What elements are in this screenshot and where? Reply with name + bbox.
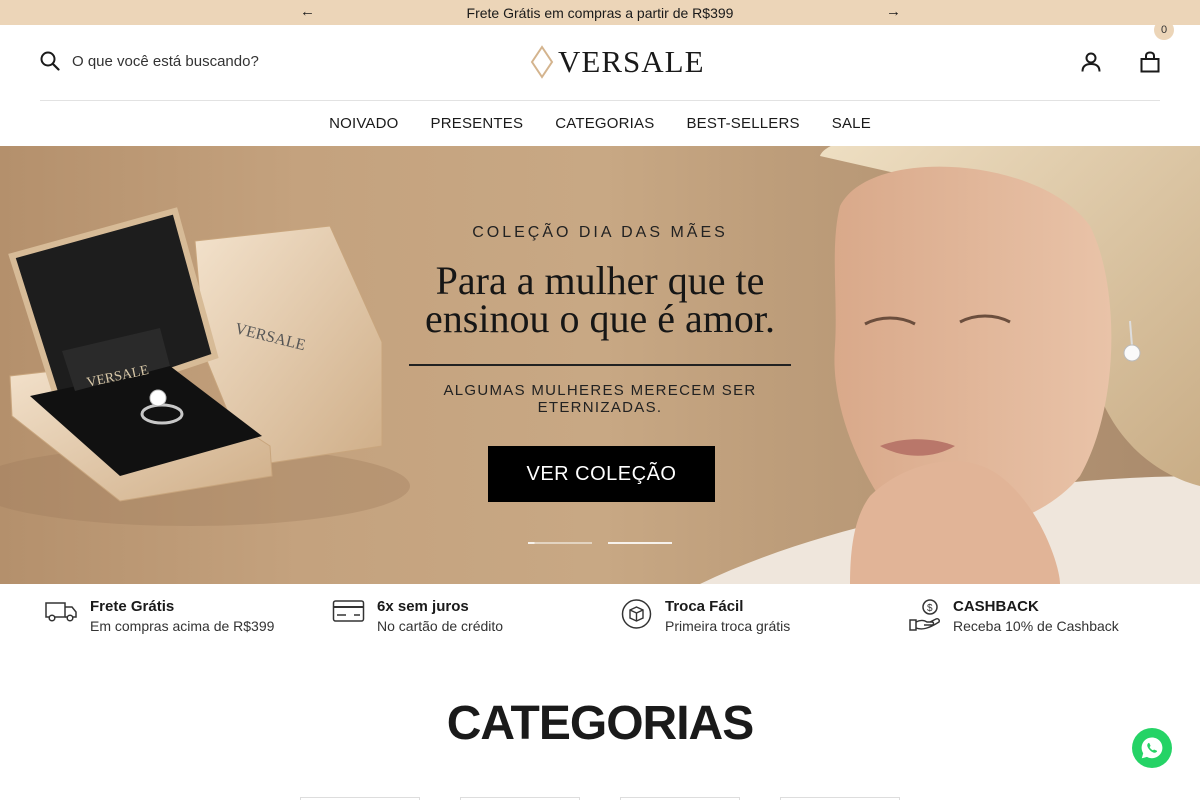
nav-item-best-sellers[interactable]: BEST-SELLERS xyxy=(686,115,799,132)
search-input[interactable] xyxy=(72,52,332,70)
hero-banner[interactable]: VERSALE VERSALE COLEÇÃO DIA DAS MÃES Par… xyxy=(0,146,1200,584)
hero-kicker: COLEÇÃO DIA DAS MÃES xyxy=(472,224,728,241)
site-header: VERSALE xyxy=(0,25,1200,101)
whatsapp-button[interactable] xyxy=(1132,728,1172,768)
feature-desc: Receba 10% de Cashback xyxy=(953,618,1119,634)
nav-item-sale[interactable]: SALE xyxy=(832,115,871,132)
svg-text:$: $ xyxy=(927,603,933,614)
diamond-logo-icon xyxy=(530,45,554,79)
slider-pagination xyxy=(528,542,672,544)
hero-headline: Para a mulher que te ensinou o que é amo… xyxy=(380,258,820,341)
nav-item-noivado[interactable]: NOIVADO xyxy=(329,115,398,132)
hero-headline-line2: ensinou o que é amor. xyxy=(425,296,775,341)
announcement-bar: ← Frete Grátis em compras a partir de R$… xyxy=(0,0,1200,25)
earring xyxy=(1123,344,1141,362)
nav-item-presentes[interactable]: PRESENTES xyxy=(431,115,524,132)
feature-desc: Em compras acima de R$399 xyxy=(90,618,275,634)
hero-text-block: COLEÇÃO DIA DAS MÃES Para a mulher que t… xyxy=(380,224,820,416)
whatsapp-icon xyxy=(1141,737,1163,759)
feature-title: Frete Grátis xyxy=(90,598,175,615)
search-icon[interactable] xyxy=(40,51,60,71)
box-exchange-icon xyxy=(621,599,652,629)
logo-wordmark: VERSALE xyxy=(558,44,705,79)
cashback-hand-icon: $ xyxy=(909,599,940,631)
announcement-text: Frete Grátis em compras a partir de R$39… xyxy=(466,4,734,21)
main-nav: NOIVADO PRESENTES CATEGORIAS BEST-SELLER… xyxy=(0,101,1200,146)
features-strip: Frete Grátis Em compras acima de R$399 6… xyxy=(0,584,1200,654)
truck-icon xyxy=(45,602,77,622)
categories-title: CATEGORIAS xyxy=(446,697,754,750)
slide-indicator-1[interactable] xyxy=(528,542,592,544)
feature-cashback: $ CASHBACK Receba 10% de Cashback xyxy=(908,598,1119,636)
hero-headline-line1: Para a mulher que te xyxy=(435,258,765,303)
feature-troca-facil: Troca Fácil Primeira troca grátis xyxy=(620,598,790,636)
nav-item-categorias[interactable]: CATEGORIAS xyxy=(555,115,654,132)
arrow-left-icon[interactable]: ← xyxy=(300,3,315,21)
search-bar xyxy=(40,51,332,71)
cart-count-badge: 0 xyxy=(1154,20,1174,40)
ver-colecao-button[interactable]: VER COLEÇÃO xyxy=(488,446,715,502)
feature-desc: No cartão de crédito xyxy=(377,618,504,634)
arrow-right-icon[interactable]: → xyxy=(886,3,901,21)
logo[interactable]: VERSALE xyxy=(530,45,705,79)
hero-subtitle: ALGUMAS MULHERES MERECEM SER ETERNIZADAS… xyxy=(443,382,757,416)
feature-title: 6x sem juros xyxy=(377,598,469,615)
hero-divider xyxy=(409,364,791,366)
feature-frete-gratis: Frete Grátis Em compras acima de R$399 xyxy=(44,598,274,636)
feature-title: CASHBACK xyxy=(953,598,1039,615)
shopping-bag-icon[interactable] xyxy=(1139,51,1161,73)
feature-parcelamento: 6x sem juros No cartão de crédito xyxy=(332,598,503,636)
slide-indicator-2[interactable] xyxy=(608,542,672,544)
feature-title: Troca Fácil xyxy=(665,598,744,615)
credit-card-icon xyxy=(332,600,365,622)
feature-desc: Primeira troca grátis xyxy=(665,618,791,634)
account-icon[interactable] xyxy=(1080,51,1102,73)
